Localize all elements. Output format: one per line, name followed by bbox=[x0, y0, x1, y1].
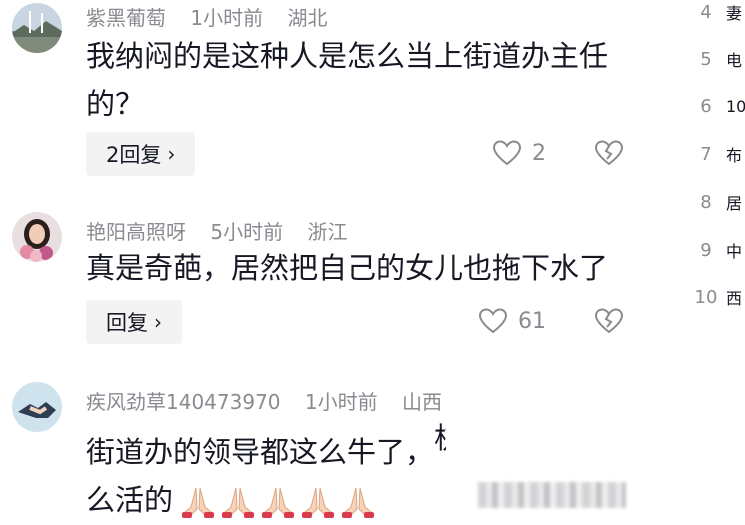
praying-hands-icon bbox=[262, 487, 295, 518]
comment-text-line: 么活的 bbox=[86, 476, 446, 524]
rank-title: 电 bbox=[726, 51, 743, 70]
rank-item[interactable]: 6 10 bbox=[692, 91, 745, 121]
rank-item[interactable]: 8 居 bbox=[692, 187, 742, 217]
username[interactable]: 疾风劲草140473970 bbox=[86, 390, 281, 414]
rank-number: 6 bbox=[700, 95, 712, 117]
rank-number: 7 bbox=[700, 143, 712, 165]
rank-item[interactable]: 4 妻 bbox=[692, 0, 742, 27]
timestamp: 1小时前 bbox=[304, 390, 378, 414]
blurred-overlay bbox=[478, 482, 626, 508]
praying-hands-icon bbox=[342, 487, 375, 518]
emoji-row bbox=[179, 485, 379, 519]
rank-number: 8 bbox=[700, 191, 712, 213]
comment-text-segment: 街道办的领导都这么牛了， bbox=[86, 435, 435, 469]
comment-text-segment: 么活的 bbox=[86, 483, 174, 517]
rank-number: 10 bbox=[694, 286, 718, 308]
comment-item: 疾风劲草140473970 1小时前 山西 街道办的领导都这么牛了，杭 么活的 bbox=[0, 0, 660, 525]
praying-hands-icon bbox=[222, 487, 255, 518]
praying-hands-icon bbox=[302, 487, 335, 518]
rank-title: 西 bbox=[726, 289, 743, 308]
rank-number: 5 bbox=[700, 48, 712, 70]
comment-text-line: 街道办的领导都这么牛了，杭 bbox=[86, 414, 446, 476]
comment-meta: 疾风劲草140473970 1小时前 山西 bbox=[86, 386, 460, 415]
rank-item[interactable]: 7 布 bbox=[692, 139, 742, 169]
rank-title: 布 bbox=[726, 146, 743, 165]
rank-item[interactable]: 5 电 bbox=[692, 44, 742, 74]
rank-number: 9 bbox=[700, 239, 712, 261]
rank-title: 居 bbox=[726, 194, 743, 213]
rank-item[interactable]: 9 中 bbox=[692, 235, 742, 265]
praying-hands-icon bbox=[182, 487, 215, 518]
rank-title: 10 bbox=[726, 96, 745, 116]
rank-title: 中 bbox=[726, 242, 743, 261]
comment-text-cut: 杭 bbox=[434, 414, 446, 462]
rank-title: 妻 bbox=[726, 4, 743, 23]
hot-rank-list: 4 妻 5 电 6 10 7 布 8 居 9 中 10 西 bbox=[692, 0, 745, 310]
avatar[interactable] bbox=[12, 382, 62, 432]
handshake-avatar-icon bbox=[12, 382, 62, 432]
location: 山西 bbox=[401, 390, 442, 414]
comment-text: 街道办的领导都这么牛了，杭 么活的 bbox=[86, 414, 446, 524]
rank-number: 4 bbox=[700, 1, 712, 23]
rank-item[interactable]: 10 西 bbox=[692, 282, 742, 310]
